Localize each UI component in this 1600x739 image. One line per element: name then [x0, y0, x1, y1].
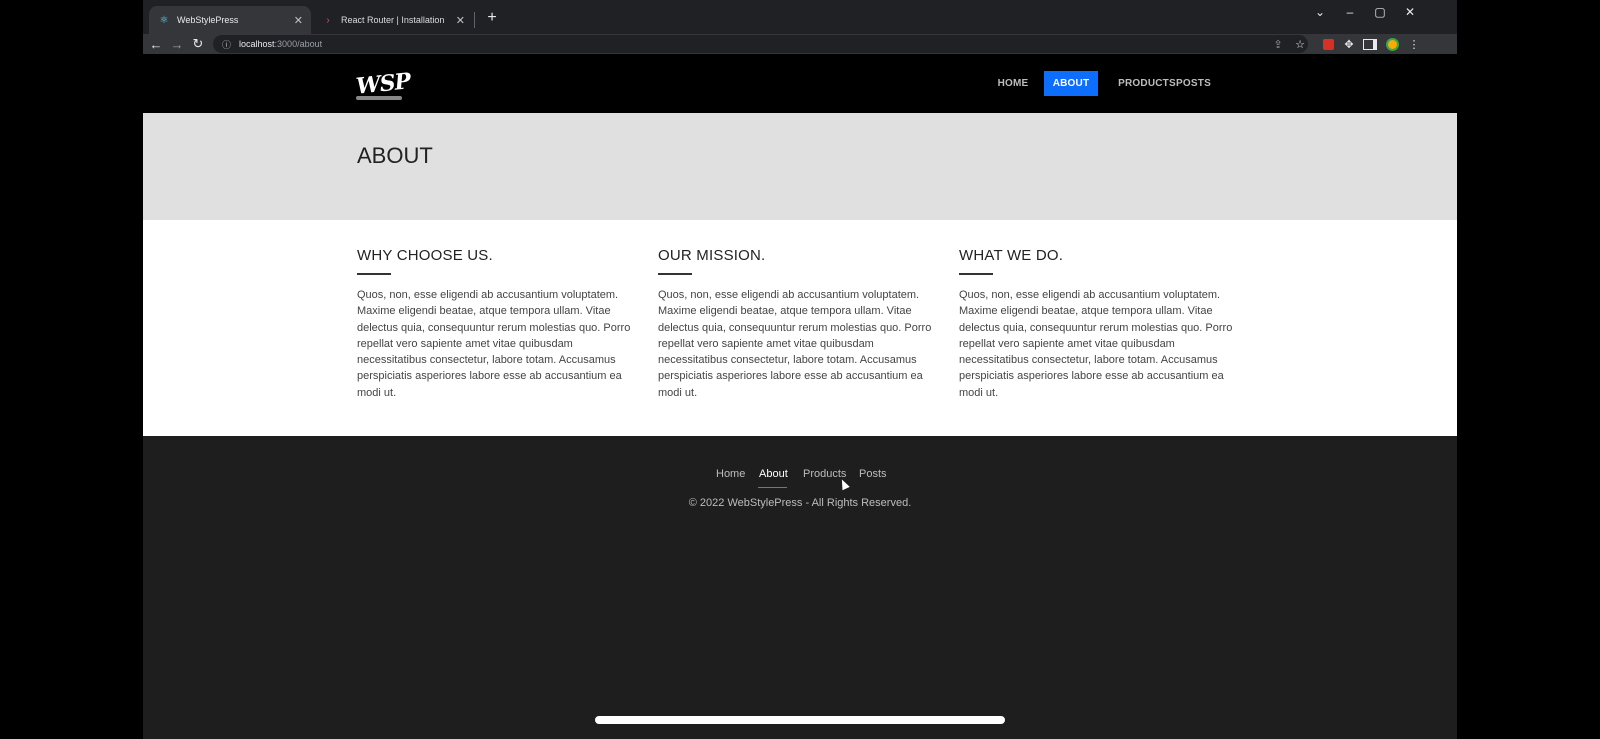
browser-window: ⚛ WebStylePress ✕ › React Router | Insta… — [143, 0, 1457, 739]
column-why-choose-us: WHY CHOOSE US. Quos, non, esse eligendi … — [357, 247, 642, 401]
tab-separator — [474, 12, 475, 28]
nav-about[interactable]: ABOUT — [1044, 71, 1098, 96]
close-tab-icon[interactable]: ✕ — [456, 14, 465, 27]
page-title: ABOUT — [357, 143, 433, 168]
column-what-we-do: WHAT WE DO. Quos, non, esse eligendi ab … — [959, 247, 1244, 401]
side-panel-icon[interactable] — [1361, 35, 1379, 53]
mouse-cursor-icon — [838, 477, 850, 491]
footer-nav-products[interactable]: Products — [803, 468, 846, 480]
tab-strip: ⚛ WebStylePress ✕ › React Router | Insta… — [143, 0, 1457, 34]
share-icon[interactable]: ⇪ — [1269, 35, 1287, 53]
tab-webstylepress[interactable]: ⚛ WebStylePress ✕ — [149, 6, 311, 34]
address-bar[interactable]: ⓘ localhost:3000/about — [213, 35, 1308, 53]
heading-rule — [357, 273, 391, 275]
column-heading: WHAT WE DO. — [959, 247, 1064, 264]
minimize-icon[interactable]: – — [1336, 2, 1364, 22]
page-viewport: WSP HOME ABOUT PRODUCTS POSTS ABOUT WHY … — [143, 54, 1457, 739]
column-text: Quos, non, esse eligendi ab accusantium … — [357, 289, 631, 399]
nav-products[interactable]: PRODUCTS — [1107, 71, 1187, 96]
footer-nav-home[interactable]: Home — [716, 468, 745, 480]
nav-posts[interactable]: POSTS — [1176, 71, 1211, 96]
heading-rule — [658, 273, 692, 275]
column-heading: WHY CHOOSE US. — [357, 247, 493, 264]
footer-nav-about[interactable]: About — [759, 468, 788, 480]
site-header: WSP HOME ABOUT PRODUCTS POSTS — [143, 54, 1457, 113]
close-window-icon[interactable]: ✕ — [1396, 2, 1424, 22]
tab-react-router[interactable]: › React Router | Installation ✕ — [313, 6, 473, 34]
forward-icon[interactable]: → — [167, 34, 187, 54]
maximize-icon[interactable]: ▢ — [1366, 2, 1394, 22]
browser-toolbar: ← → ↻ ⓘ localhost:3000/about ⇪ ☆ ✥ ⋮ — [143, 34, 1457, 54]
column-text: Quos, non, esse eligendi ab accusantium … — [658, 289, 932, 399]
column-text: Quos, non, esse eligendi ab accusantium … — [959, 289, 1233, 399]
react-icon: ⚛ — [159, 14, 169, 26]
home-indicator-bar — [595, 716, 1005, 724]
copyright-text: © 2022 WebStylePress - All Rights Reserv… — [688, 497, 912, 509]
close-tab-icon[interactable]: ✕ — [294, 14, 303, 27]
bookmark-star-icon[interactable]: ☆ — [1291, 35, 1309, 53]
tab-search-icon[interactable]: ⌄ — [1306, 2, 1334, 22]
site-footer: Home About Products Posts © 2022 WebStyl… — [143, 436, 1457, 739]
tab-title: WebStylePress — [177, 15, 239, 25]
reload-icon[interactable]: ↻ — [188, 34, 208, 54]
url-path: :3000/about — [274, 39, 323, 49]
site-info-icon[interactable]: ⓘ — [222, 38, 231, 51]
page-banner: ABOUT — [143, 113, 1457, 220]
profile-avatar[interactable] — [1383, 35, 1401, 53]
url-host: localhost — [239, 39, 275, 49]
extension-red-icon[interactable] — [1319, 35, 1337, 53]
column-heading: OUR MISSION. — [658, 247, 766, 264]
extensions-puzzle-icon[interactable]: ✥ — [1340, 35, 1358, 53]
footer-nav-posts[interactable]: Posts — [859, 468, 887, 480]
back-icon[interactable]: ← — [146, 34, 166, 54]
logo-swoosh — [356, 96, 402, 100]
footer-active-underline — [758, 487, 787, 488]
menu-kebab-icon[interactable]: ⋮ — [1405, 35, 1423, 53]
column-our-mission: OUR MISSION. Quos, non, esse eligendi ab… — [658, 247, 943, 401]
tab-title: React Router | Installation — [341, 15, 445, 25]
new-tab-button[interactable]: + — [482, 8, 502, 28]
heading-rule — [959, 273, 993, 275]
nav-home[interactable]: HOME — [995, 71, 1031, 96]
react-router-icon: › — [326, 14, 330, 26]
about-content: WHY CHOOSE US. Quos, non, esse eligendi … — [143, 220, 1457, 436]
